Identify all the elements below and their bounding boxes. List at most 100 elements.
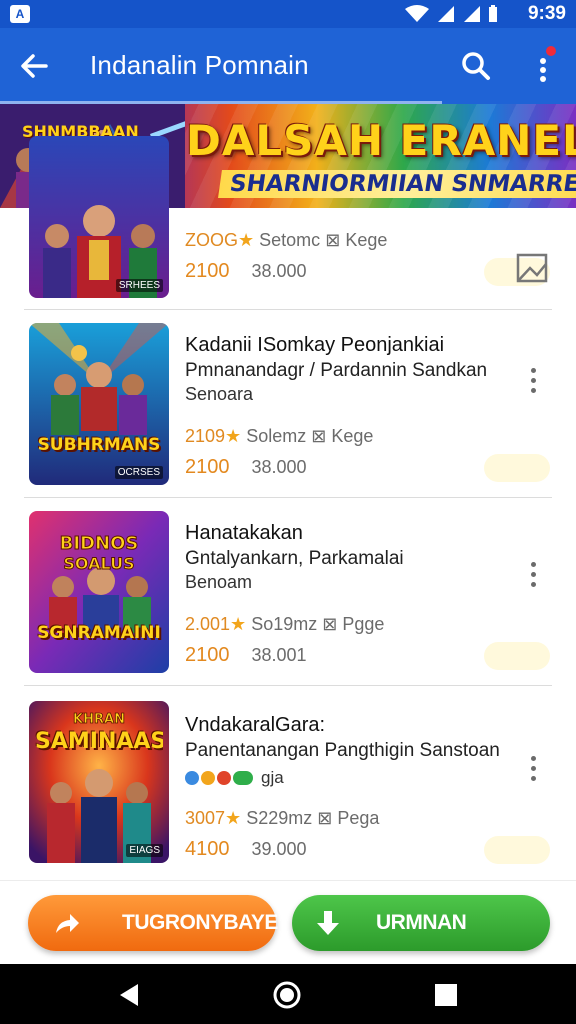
app-thumbnail: KHRAN SAMINAAS EIAGS [29,701,169,863]
ghost-button[interactable] [484,836,550,864]
price-value: 4100 [185,838,230,860]
dot-icon [531,368,536,373]
search-button[interactable] [456,48,496,84]
svg-text:SOALUS: SOALUS [63,554,134,573]
dot-icon [540,76,546,82]
list-item[interactable]: BIDNOS SOALUS SGNRAMAINI Hanatakakan Gnt… [0,498,576,686]
rating-value: 3007 [185,808,226,828]
app-name: Kadanii ISomkay Peonjankiai [185,334,445,356]
status-bar: A 9:39 [0,0,576,28]
age-value: Pgge [342,614,385,634]
price-value: 2100 [185,644,230,666]
old-price-value: 38.000 [251,457,307,477]
app-badges: gja [185,768,284,788]
app-meta: 3007★ S229mz ⊠ Pega [185,808,379,829]
dot-icon [531,776,536,781]
notification-icon: A [10,5,30,23]
image-icon: ⊠ [322,614,338,634]
image-icon: ⊠ [311,426,327,446]
badge-icon [233,771,253,785]
app-name: Hanatakakan [185,522,303,544]
price-value: 2100 [185,456,230,478]
banner-subheadline: SHARNIORMIIAN SNMARREI [218,170,576,198]
image-icon: ⊠ [317,808,333,828]
age-value: Pega [337,808,380,828]
app-thumbnail: SRHEES [29,136,169,298]
size-value: So19mz [251,614,318,634]
nav-recents-icon[interactable] [434,983,458,1007]
signal-icon [438,6,454,22]
app-subtitle: Panentanangan Pangthigin Sanstoan [185,740,500,761]
download-button-label: URMNAN [376,911,467,934]
more-options-button[interactable] [524,560,544,590]
dot-icon [531,572,536,577]
badge-icon [217,771,231,785]
battery-icon [489,5,497,22]
nav-home-icon[interactable] [272,980,302,1010]
banner-headline: DALSAH ERANELASNI [186,116,576,165]
clock: 9:39 [527,3,566,24]
share-icon [56,914,79,933]
page-title: Indanalin Pomnain [90,50,309,80]
star-icon: ★ [230,614,247,634]
app-subtitle: Gntalyankarn, Parkamalai [185,548,404,569]
more-options-button[interactable] [524,754,544,784]
list-item[interactable]: KHRAN SAMINAAS EIAGS VndakaralGara: Pane… [0,686,576,878]
age-value: Kege [331,426,374,446]
action-bar: TUGRONYBAYE URMNAN [0,880,576,965]
ghost-button[interactable] [484,642,550,670]
app-price: 2100 38.001 [185,644,307,667]
wifi-icon [405,5,429,22]
download-icon [317,911,339,935]
svg-text:KHRAN: KHRAN [73,712,125,727]
old-price-value: 38.000 [251,261,307,281]
system-nav-bar [0,964,576,1024]
dot-icon [531,766,536,771]
dot-icon [531,378,536,383]
dot-icon [531,756,536,761]
badge-icon [185,771,199,785]
notification-badge [546,46,556,56]
share-button[interactable]: TUGRONYBAYE [28,895,278,951]
app-subtitle: Pmnanandagr / Pardannin Sandkan [185,360,488,381]
thumbnail-title: SGNRAMAINI [37,623,161,643]
size-value: Solemz [246,426,307,446]
app-meta: 2.001★ So19mz ⊠ Pgge [185,614,384,635]
size-value: S229mz [246,808,313,828]
bookmark-icon[interactable] [514,252,550,284]
old-price-value: 39.000 [251,839,307,859]
badge-icon [201,771,215,785]
thumbnail-title: SAMINAAS [35,729,163,754]
ghost-button[interactable] [484,454,550,482]
share-button-label: TUGRONYBAYE [122,911,278,934]
star-icon: ★ [225,808,242,828]
list-item[interactable]: SUBHRMANS OCRSES Kadanii ISomkay Peonjan… [0,310,576,498]
dot-icon [531,388,536,393]
back-button[interactable] [14,48,54,84]
app-category: Benoam [185,572,253,592]
thumbnail-title: SUBHRMANS [37,435,161,455]
age-value: Kege [345,230,388,250]
list-item[interactable]: SRHEES ZOOG★ Setomc ⊠ Kege 2100 38.000 [0,136,576,310]
rating-value: 2.001 [185,614,231,634]
app-price: 2100 38.000 [185,456,307,479]
download-button[interactable]: URMNAN [292,895,550,951]
old-price-value: 38.001 [251,645,307,665]
dot-icon [540,67,546,73]
app-meta: 2109★ Solemz ⊠ Kege [185,426,373,447]
nav-back-icon[interactable] [116,982,142,1008]
app-thumbnail: BIDNOS SOALUS SGNRAMAINI [29,511,169,673]
price-value: 2100 [185,260,230,282]
app-name: VndakaralGara: [185,714,326,736]
signal-icon-2 [464,6,480,22]
app-price: 2100 38.000 [185,260,307,283]
overflow-menu-button[interactable] [528,46,558,86]
thumbnail-tag: EIAGS [126,844,163,857]
more-options-button[interactable] [524,366,544,396]
rating-value: 2109 [185,426,226,446]
app-thumbnail: SUBHRMANS OCRSES [29,323,169,485]
dot-icon [531,582,536,587]
dot-icon [531,562,536,567]
dot-icon [540,58,546,64]
image-icon: ⊠ [325,230,341,250]
